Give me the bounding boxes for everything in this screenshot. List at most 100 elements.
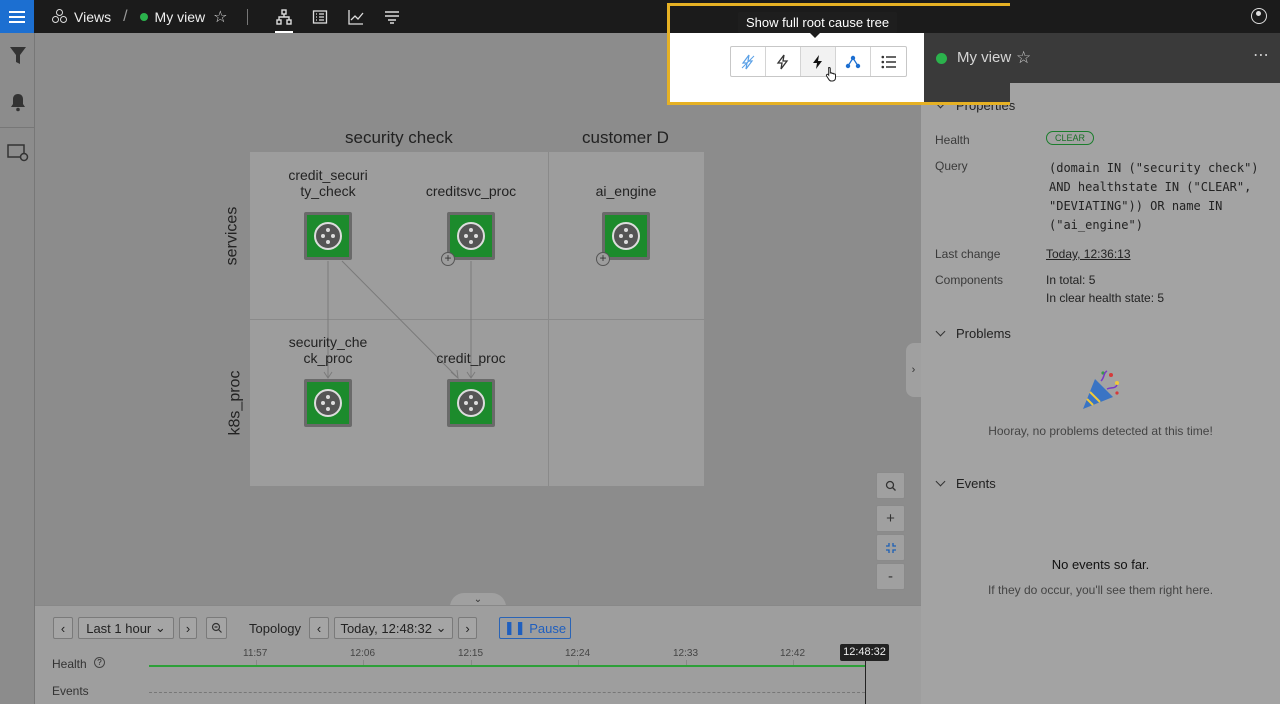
time-tick: 12:33 xyxy=(673,648,699,659)
component-node[interactable] xyxy=(304,379,352,427)
time-tick: 12:15 xyxy=(458,648,484,659)
query-value: (domain IN ("security check") AND health… xyxy=(1049,161,1259,232)
no-events-subtitle: If they do occur, you'll see them right … xyxy=(987,583,1214,597)
health-key: Health xyxy=(935,133,970,147)
events-row-label: Events xyxy=(52,684,89,698)
zoom-in-button[interactable]: + xyxy=(876,505,905,532)
time-range-select[interactable]: Last 1 hour ⌄ xyxy=(78,617,174,639)
party-popper-icon xyxy=(1083,370,1119,409)
time-tick: 11:57 xyxy=(243,648,268,659)
list-layout-button[interactable] xyxy=(871,47,906,76)
current-time-marker[interactable]: 12:48:32 xyxy=(840,644,889,661)
view-settings-icon[interactable] xyxy=(0,130,35,176)
problems-section-header[interactable]: Problems xyxy=(935,326,1011,341)
components-total: In total: 5 xyxy=(1046,273,1096,287)
timeline-back-button[interactable]: ‹ xyxy=(53,617,73,639)
views-icon xyxy=(52,8,68,25)
menu-icon[interactable] xyxy=(0,0,34,33)
metrics-view-icon[interactable] xyxy=(338,0,374,33)
zoom-out-time-button[interactable] xyxy=(206,617,227,639)
pause-button[interactable]: ❚❚ Pause xyxy=(499,617,571,639)
query-key: Query xyxy=(935,159,968,173)
no-events-title: No events so far. xyxy=(1051,557,1150,572)
node-label: credit_proc xyxy=(436,350,506,366)
more-options-icon[interactable]: ⋯ xyxy=(1253,45,1270,65)
health-bar[interactable] xyxy=(149,665,865,667)
health-status-badge: CLEAR xyxy=(1046,131,1095,145)
root-cause-toolbar xyxy=(730,46,907,77)
events-bar[interactable] xyxy=(149,692,865,693)
node-label: ai_engine xyxy=(595,183,657,199)
breadcrumb-separator: / xyxy=(123,7,128,25)
component-node[interactable] xyxy=(602,212,650,260)
pause-icon: ❚❚ xyxy=(503,620,530,635)
toolbar-divider xyxy=(247,8,249,25)
search-icon xyxy=(885,480,896,491)
time-tick: 12:24 xyxy=(565,648,591,659)
lightning-outline-icon xyxy=(741,54,755,69)
expand-plus-icon[interactable]: + xyxy=(596,252,610,266)
zoom-out-icon xyxy=(211,622,222,633)
fit-icon xyxy=(885,542,896,553)
last-change-link[interactable]: Today, 12:36:13 xyxy=(1046,247,1131,261)
lightning-outline-icon xyxy=(776,54,789,69)
topology-back-button[interactable]: ‹ xyxy=(309,617,329,639)
filter-icon[interactable] xyxy=(0,33,35,79)
rail-divider xyxy=(0,127,35,128)
fit-to-screen-button[interactable] xyxy=(876,534,905,561)
topology-layout-button[interactable] xyxy=(836,47,871,76)
health-row-label: Health xyxy=(52,657,87,671)
last-change-key: Last change xyxy=(935,247,1001,261)
topology-canvas[interactable]: security check customer D services k8s_p… xyxy=(35,33,921,607)
health-dot-icon xyxy=(139,12,148,21)
probable-root-cause-button[interactable] xyxy=(766,47,801,76)
topology-time-select[interactable]: Today, 12:48:32 ⌄ xyxy=(334,617,453,639)
details-panel: ⋯ Properties Health CLEAR Query (domain … xyxy=(921,33,1280,704)
star-icon[interactable]: ☆ xyxy=(213,7,227,27)
help-icon[interactable]: ? xyxy=(94,657,105,668)
nodes-icon xyxy=(845,55,861,68)
lightning-icon xyxy=(813,54,822,69)
panel-title: My view xyxy=(957,49,1012,66)
breadcrumb-view-name[interactable]: My view xyxy=(155,9,206,25)
list-icon xyxy=(881,55,896,68)
current-time-line xyxy=(865,661,866,704)
section-title: Events xyxy=(956,476,996,491)
components-key: Components xyxy=(935,273,1004,287)
topology-time-label: Today, 12:48:32 xyxy=(340,620,433,636)
section-title: Problems xyxy=(956,326,1011,341)
chevron-down-icon xyxy=(935,326,946,337)
left-rail xyxy=(0,33,35,704)
component-node[interactable] xyxy=(304,212,352,260)
time-tick: 12:42 xyxy=(780,648,806,659)
no-root-cause-button[interactable] xyxy=(731,47,766,76)
list-view-icon[interactable] xyxy=(302,0,338,33)
no-problems-message: Hooray, no problems detected at this tim… xyxy=(988,424,1213,438)
events-section-header[interactable]: Events xyxy=(935,476,996,491)
user-icon[interactable] xyxy=(1251,8,1267,24)
component-node[interactable] xyxy=(447,379,495,427)
chevron-down-icon xyxy=(935,476,946,487)
hand-cursor-icon xyxy=(825,66,836,82)
topology-view-icon[interactable] xyxy=(266,0,302,33)
star-icon[interactable]: ☆ xyxy=(1016,48,1031,68)
component-node[interactable] xyxy=(447,212,495,260)
node-label: creditsvc_proc xyxy=(425,183,517,199)
timeline-forward-button[interactable]: › xyxy=(179,617,197,639)
health-dot-icon xyxy=(936,53,947,64)
events-view-icon[interactable] xyxy=(374,0,410,33)
node-label: security_che ck_proc xyxy=(288,334,368,366)
time-range-label: Last 1 hour xyxy=(86,620,152,636)
relations-layer xyxy=(323,260,476,380)
breadcrumb-views[interactable]: Views xyxy=(74,9,111,25)
node-label: credit_securi ty_check xyxy=(288,167,368,199)
zoom-out-button[interactable]: - xyxy=(876,563,905,590)
top-bar: Views / My view ☆ xyxy=(0,0,1280,33)
expand-plus-icon[interactable]: + xyxy=(441,252,455,266)
search-canvas-button[interactable] xyxy=(876,472,905,499)
topology-forward-button[interactable]: › xyxy=(458,617,477,639)
tooltip: Show full root cause tree xyxy=(738,12,898,38)
time-tick: 12:06 xyxy=(350,648,376,659)
bell-icon[interactable] xyxy=(0,79,35,125)
panel-toggle-chevron-icon[interactable]: › xyxy=(906,343,921,397)
